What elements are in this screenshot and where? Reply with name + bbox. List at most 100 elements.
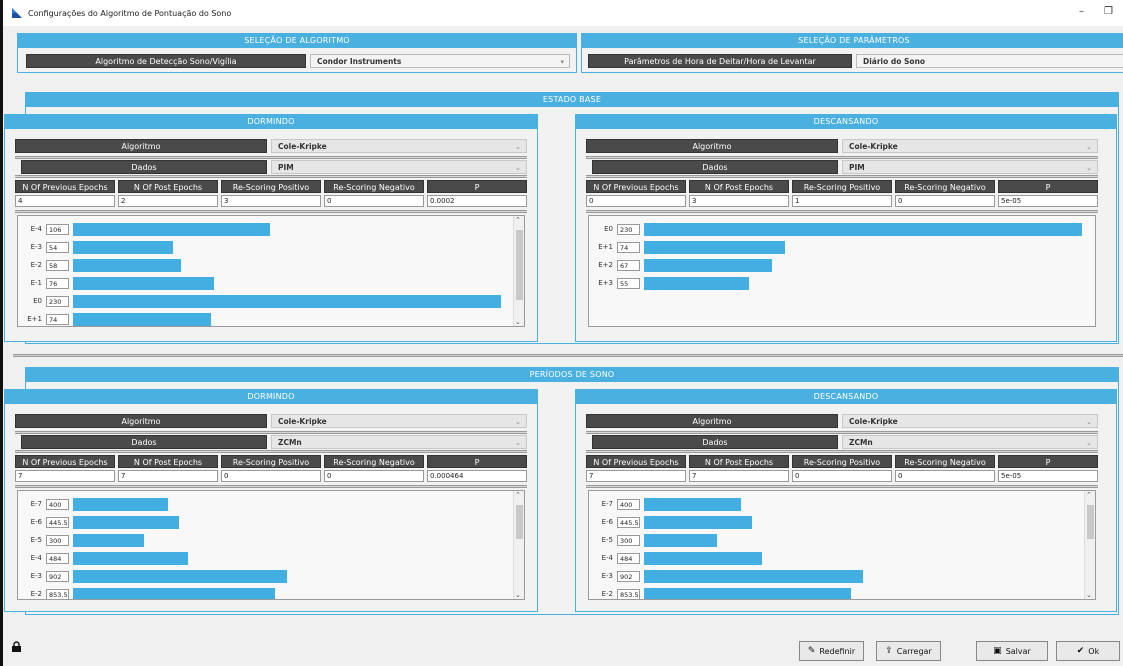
param-header: N Of Post Epochs [689, 180, 789, 193]
param-input[interactable]: 0 [792, 470, 892, 482]
epoch-weight-input[interactable]: 58 [46, 259, 69, 271]
epoch-weight-bar [73, 240, 173, 254]
epoch-label: E-4 [30, 554, 42, 562]
epoch-weight-input[interactable]: 300 [46, 534, 69, 546]
epoch-weight-input[interactable]: 400 [46, 498, 69, 510]
epoch-label: E-2 [30, 590, 42, 598]
param-input[interactable]: 7 [689, 470, 789, 482]
scroll-down-icon[interactable]: ⌄ [515, 591, 521, 599]
epoch-weight-input[interactable]: 55 [617, 277, 640, 289]
data-combo[interactable]: PIM ⌄ [842, 160, 1098, 174]
param-input[interactable]: 0 [895, 470, 995, 482]
scroll-up-icon[interactable]: ⌃ [1086, 491, 1092, 499]
reset-button[interactable]: ✎ Redefinir [799, 641, 864, 661]
epoch-weight-input[interactable]: 445.5 [46, 516, 69, 528]
param-input[interactable]: 7 [15, 470, 115, 482]
separator [586, 450, 1098, 453]
data-combo[interactable]: PIM ⌄ [271, 160, 527, 174]
epoch-weight-input[interactable]: 853.5 [617, 588, 640, 599]
algorithm-label: Algoritmo de Detecção Sono/Vigília [26, 54, 306, 68]
epoch-row: E-4 484 [18, 551, 188, 565]
parameter-selection-panel: SELEÇÃO DE PARÂMETROS Parâmetros de Hora… [581, 33, 1123, 73]
scroll-up-icon[interactable]: ⌃ [515, 491, 521, 499]
param-input[interactable]: 5e-05 [998, 470, 1098, 482]
list-scrollbar[interactable]: ⌃ ⌄ [513, 216, 524, 326]
scrollbar-thumb[interactable] [516, 230, 523, 300]
epoch-weight-input[interactable]: 230 [46, 295, 69, 307]
epoch-weight-input[interactable]: 76 [46, 277, 69, 289]
scroll-up-icon[interactable]: ⌃ [515, 216, 521, 224]
epoch-weight-input[interactable]: 74 [46, 313, 69, 325]
param-input[interactable]: 0 [221, 470, 321, 482]
param-input[interactable]: 5e-05 [998, 195, 1098, 207]
epoch-weight-input[interactable]: 54 [46, 241, 69, 253]
param-input[interactable]: 0 [324, 195, 424, 207]
param-input[interactable]: 0.0002 [427, 195, 527, 207]
epoch-label: E-1 [30, 279, 42, 287]
scrollbar-thumb[interactable] [516, 505, 523, 539]
param-input[interactable]: 3 [221, 195, 321, 207]
save-button[interactable]: ▣ Salvar [976, 641, 1048, 661]
separator [586, 210, 1098, 213]
param-input[interactable]: 7 [586, 470, 686, 482]
algorithm-select-value: Condor Instruments [317, 57, 402, 66]
ok-button[interactable]: ✔ Ok [1056, 641, 1120, 661]
param-input[interactable]: 3 [689, 195, 789, 207]
epoch-label: E-3 [30, 572, 42, 580]
epoch-weight-input[interactable]: 67 [617, 259, 640, 271]
epoch-label: E0 [33, 297, 42, 305]
parameter-label: Parâmetros de Hora de Deitar/Hora de Lev… [588, 54, 852, 68]
epoch-weight-bar [644, 258, 772, 272]
epoch-label: E-7 [30, 500, 42, 508]
scroll-down-icon[interactable]: ⌄ [515, 318, 521, 326]
epoch-weight-input[interactable]: 902 [46, 570, 69, 582]
algorithm-combo-value: Cole-Kripke [849, 142, 898, 151]
lock-icon[interactable] [11, 641, 22, 652]
list-scrollbar[interactable]: ⌃ ⌄ [1084, 491, 1095, 599]
scroll-down-icon[interactable]: ⌄ [1086, 591, 1092, 599]
algorithm-combo[interactable]: Cole-Kripke ⌄ [842, 139, 1098, 153]
epoch-label: E+1 [598, 243, 613, 251]
epoch-weight-input[interactable]: 400 [617, 498, 640, 510]
scrollbar-thumb[interactable] [1087, 505, 1094, 539]
list-scrollbar[interactable]: ⌃ ⌄ [513, 491, 524, 599]
restore-button[interactable]: ❐ [1104, 6, 1113, 17]
minimize-button[interactable]: – [1079, 6, 1084, 17]
epoch-row: E0 230 [18, 294, 501, 308]
param-input[interactable]: 0 [586, 195, 686, 207]
algorithm-select[interactable]: Condor Instruments ▾ [310, 54, 570, 68]
load-button[interactable]: ⇪ Carregar [876, 641, 941, 661]
parameter-select[interactable]: Diário do Sono [856, 54, 1123, 68]
epoch-weight-input[interactable]: 484 [46, 552, 69, 564]
param-input[interactable]: 4 [15, 195, 115, 207]
epoch-weight-input[interactable]: 445.5 [617, 516, 640, 528]
epoch-weights-list[interactable]: E-7 400 E-6 445.5 E-5 300 E-4 484 E-3 902 E-2 853.5… [17, 490, 525, 600]
epoch-weight-input[interactable]: 484 [617, 552, 640, 564]
separator [15, 175, 527, 178]
epoch-weight-input[interactable]: 300 [617, 534, 640, 546]
base-sleeping-panel: DORMINDO Algoritmo Cole-Kripke ⌄ Dados PIM ⌄ N … [4, 114, 538, 342]
epoch-weight-input[interactable]: 74 [617, 241, 640, 253]
epoch-weights-list[interactable]: E0 230 E+1 74 E+2 67 E+3 55 [588, 215, 1096, 327]
algorithm-combo[interactable]: Cole-Kripke ⌄ [271, 414, 527, 428]
epoch-weight-input[interactable]: 902 [617, 570, 640, 582]
epoch-weight-input[interactable]: 106 [46, 223, 69, 235]
param-input[interactable]: 0 [324, 470, 424, 482]
param-input[interactable]: 0 [895, 195, 995, 207]
param-input[interactable]: 2 [118, 195, 218, 207]
data-combo[interactable]: ZCMn ⌄ [271, 435, 527, 449]
epoch-weight-input[interactable]: 230 [617, 223, 640, 235]
algorithm-combo[interactable]: Cole-Kripke ⌄ [842, 414, 1098, 428]
epoch-weight-bar [73, 276, 214, 290]
periods-resting-panel: DESCANSANDO Algoritmo Cole-Kripke ⌄ Dados ZCM… [575, 389, 1117, 612]
epoch-weights-list[interactable]: E-4 106 E-3 54 E-2 58 E-1 76 E0 230 E+1 74 ⌃ ⌄ [17, 215, 525, 327]
epoch-weight-input[interactable]: 853.5 [46, 588, 69, 599]
epoch-row: E-5 300 [589, 533, 717, 547]
epoch-row: E-1 76 [18, 276, 214, 290]
data-combo[interactable]: ZCMn ⌄ [842, 435, 1098, 449]
epoch-weights-list[interactable]: E-7 400 E-6 445.5 E-5 300 E-4 484 E-3 902 E-2 853.5… [588, 490, 1096, 600]
algorithm-combo[interactable]: Cole-Kripke ⌄ [271, 139, 527, 153]
param-input[interactable]: 1 [792, 195, 892, 207]
param-input[interactable]: 0.000464 [427, 470, 527, 482]
param-input[interactable]: 7 [118, 470, 218, 482]
